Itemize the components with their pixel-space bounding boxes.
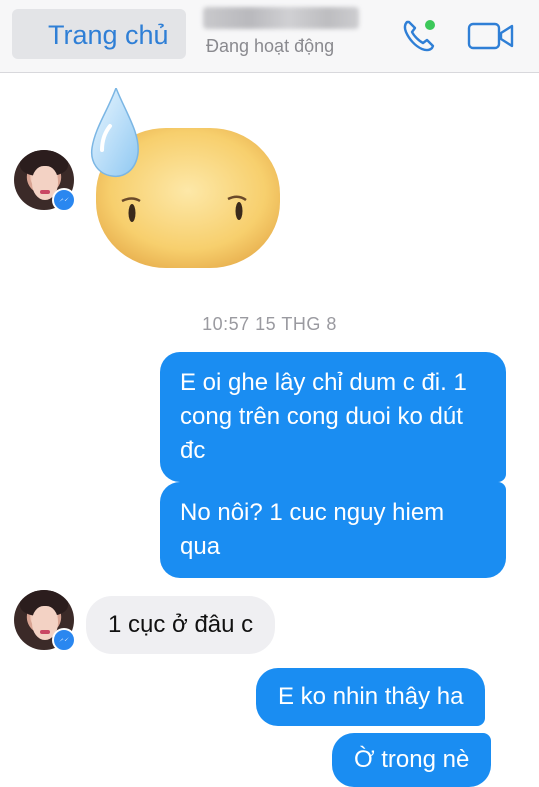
message-text: E oi ghe lây chỉ dum c đi. 1 cong trên c… xyxy=(180,369,467,464)
message-text: No nôi? 1 cuc nguy hiem qua xyxy=(180,499,445,560)
phone-icon[interactable] xyxy=(399,16,439,56)
message-timestamp: 10:57 15 THG 8 xyxy=(202,314,337,334)
video-camera-icon[interactable] xyxy=(467,20,515,52)
message-bubble-outgoing[interactable]: E ko nhin thây ha xyxy=(256,668,486,726)
message-bubble-outgoing[interactable]: Ờ trong nè xyxy=(332,733,492,787)
presence-status: Đang hoạt động xyxy=(206,36,335,56)
messenger-badge-icon xyxy=(52,628,76,652)
message-bubble-outgoing[interactable]: E oi ghe lây chỉ dum c đi. 1 cong trên c… xyxy=(160,352,506,482)
message-text: E ko nhin thây ha xyxy=(278,683,464,710)
message-bubble-incoming[interactable]: 1 cục ở đâu c xyxy=(86,596,276,654)
sweat-drop-face-sticker[interactable] xyxy=(88,88,288,273)
message-text: 1 cục ở đâu c xyxy=(108,611,254,638)
contact-name-redacted xyxy=(203,7,359,29)
message-bubble-outgoing[interactable]: No nôi? 1 cuc nguy hiem qua xyxy=(160,482,506,578)
messenger-badge-icon xyxy=(52,188,76,212)
conversation-header: Trang chủ Đang hoạt động xyxy=(0,0,539,73)
message-text: Ờ trong nè xyxy=(354,746,470,773)
back-button-label: Trang chủ xyxy=(48,20,169,50)
online-indicator xyxy=(425,20,435,30)
back-button[interactable]: Trang chủ xyxy=(12,9,186,59)
